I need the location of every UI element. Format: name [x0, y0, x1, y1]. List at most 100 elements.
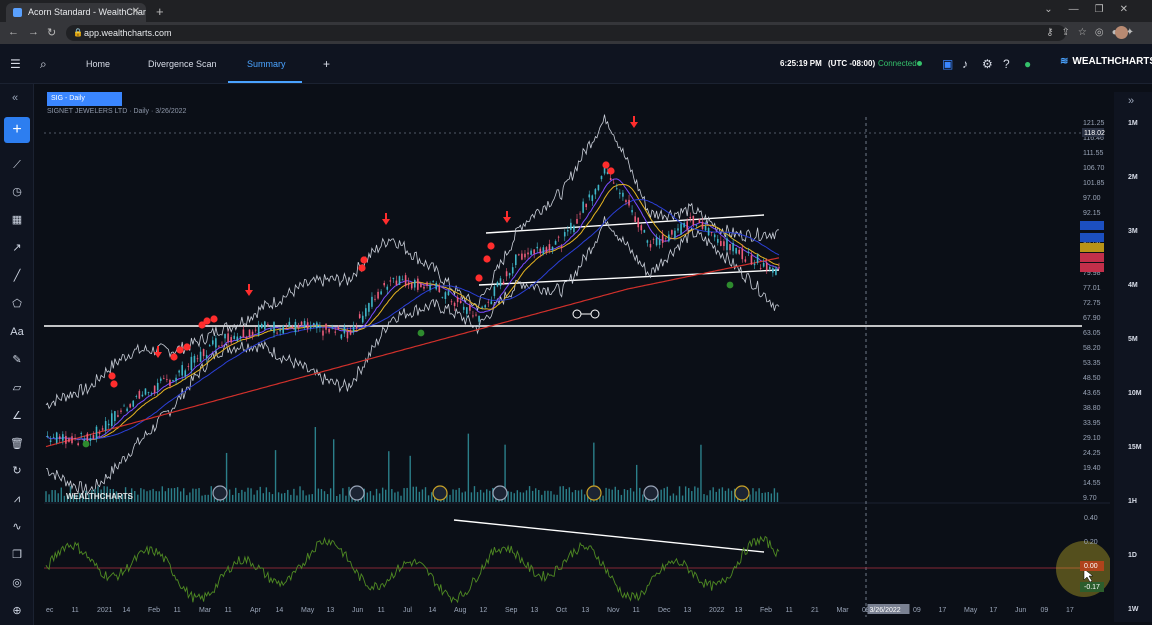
- price-chart-svg[interactable]: WEALTHCHARTS 121.25116.46111.55106.70101…: [44, 92, 1112, 622]
- volume-bar: [761, 492, 763, 502]
- layers-icon[interactable]: ❐: [8, 546, 26, 564]
- time-tick-label: 11: [225, 607, 232, 614]
- menu-icon[interactable]: ☰: [10, 57, 21, 71]
- collapse-left-icon[interactable]: «: [12, 92, 18, 104]
- candle-body: [254, 329, 257, 331]
- volume-bar: [238, 492, 240, 502]
- candle-body: [303, 320, 306, 328]
- indicator-icon[interactable]: ⩘: [8, 490, 26, 508]
- volume-bar: [452, 489, 454, 502]
- divergence-line[interactable]: [453, 519, 765, 553]
- new-tab-button[interactable]: +: [156, 4, 164, 19]
- refresh-icon[interactable]: ↻: [8, 462, 26, 480]
- price-tag-box: [1080, 243, 1104, 252]
- price-tick-label: 97.00: [1083, 195, 1101, 202]
- profile-avatar[interactable]: [1115, 26, 1128, 39]
- search-icon[interactable]: ⌕: [40, 57, 47, 72]
- window-controls[interactable]: ⌄—❐✕: [1044, 4, 1144, 15]
- line-tool-icon[interactable]: ╱: [8, 267, 26, 285]
- trend-icon[interactable]: ↗: [8, 239, 26, 257]
- candle-body: [594, 189, 597, 195]
- candle-body: [600, 176, 603, 180]
- volume-bar: [629, 488, 632, 502]
- volume-bar: [681, 495, 684, 502]
- volume-bar: [179, 491, 182, 502]
- volume-bar: [547, 490, 549, 502]
- volume-bar: [666, 486, 668, 502]
- volume-bar: [134, 491, 136, 502]
- add-indicator-button[interactable]: +: [4, 117, 30, 143]
- chart-canvas[interactable]: WEALTHCHARTS 121.25 116.46 111.55 106.70 101…: [44, 92, 1112, 622]
- volume-bar: [623, 489, 626, 502]
- signal-dot: [210, 315, 218, 323]
- browser-tab[interactable]: Acorn Standard - WealthCharts ✕: [6, 3, 146, 22]
- volume-bar: [311, 494, 313, 502]
- candle-body: [377, 291, 379, 299]
- ma-fast-line: [45, 178, 779, 441]
- calendar-icon[interactable]: ▦: [8, 211, 26, 229]
- timeframe-1d[interactable]: 1D: [1128, 552, 1137, 559]
- clock-icon[interactable]: ◷: [8, 183, 26, 201]
- ruler-icon[interactable]: ▱: [8, 379, 26, 397]
- collapse-right-icon[interactable]: »: [1128, 95, 1134, 107]
- volume-bar: [45, 491, 47, 502]
- candle-body: [123, 405, 125, 407]
- close-tab-icon[interactable]: ✕: [132, 6, 140, 17]
- volume-bar: [684, 486, 687, 502]
- timeframe-3m[interactable]: 3M: [1128, 228, 1138, 235]
- candle-body: [312, 323, 315, 325]
- volume-bar: [302, 490, 304, 502]
- volume-bar: [336, 495, 338, 502]
- candle-body: [211, 340, 214, 345]
- tab-home[interactable]: Home: [86, 59, 110, 69]
- timeframe-15m[interactable]: 15M: [1128, 444, 1142, 451]
- candle-body: [545, 247, 548, 253]
- shape-tool-icon[interactable]: ⬠: [8, 295, 26, 313]
- chart-type-icon[interactable]: ⟋: [8, 156, 26, 174]
- line-handle[interactable]: [590, 309, 600, 319]
- pen-icon[interactable]: ✎: [8, 351, 26, 369]
- reload-icon[interactable]: ↻: [47, 26, 56, 39]
- app-header: ☰ ⌕ Home Divergence Scan Summary + 6:25:…: [0, 44, 1152, 84]
- candle-body: [744, 259, 747, 262]
- channel-bottom-line[interactable]: [478, 269, 780, 286]
- symbol-pill[interactable]: SIG - Daily: [47, 92, 122, 106]
- price-tick-label: 92.15: [1083, 210, 1101, 217]
- tab-summary[interactable]: Summary: [247, 59, 286, 69]
- volume-bar: [412, 486, 414, 502]
- help-icon[interactable]: ?: [1003, 57, 1010, 71]
- candle-body: [187, 366, 190, 367]
- text-tool-icon[interactable]: Aa: [8, 323, 26, 341]
- add-tab-button[interactable]: +: [323, 57, 330, 71]
- timeframe-4m[interactable]: 4M: [1128, 282, 1138, 289]
- timeframe-1m[interactable]: 1M: [1128, 120, 1138, 127]
- line-handle[interactable]: [572, 309, 582, 319]
- candle-body: [288, 321, 291, 327]
- volume-bar: [574, 490, 577, 502]
- lightbulb-icon[interactable]: ●: [1024, 57, 1031, 71]
- forward-icon[interactable]: →: [28, 26, 39, 38]
- tab-divergence-scan[interactable]: Divergence Scan: [148, 59, 217, 69]
- timeframe-1h[interactable]: 1H: [1128, 498, 1137, 505]
- volume-bar: [669, 495, 672, 502]
- crosshair-icon[interactable]: ◎: [8, 574, 26, 592]
- angle-icon[interactable]: ∠: [8, 407, 26, 425]
- timeframe-5m[interactable]: 5M: [1128, 336, 1138, 343]
- candle-body: [680, 223, 682, 235]
- wave-tool-icon[interactable]: ∿: [8, 518, 26, 536]
- volume-bar: [314, 427, 317, 502]
- back-icon[interactable]: ←: [8, 26, 19, 38]
- volume-bar: [510, 491, 512, 502]
- trash-icon[interactable]: 🗑: [8, 435, 26, 453]
- save-icon[interactable]: ▣: [942, 57, 953, 71]
- timeframe-1w[interactable]: 1W: [1128, 606, 1139, 613]
- bell-icon[interactable]: ♪: [962, 57, 968, 71]
- signal-dot: [176, 346, 184, 354]
- timeframe-2m[interactable]: 2M: [1128, 174, 1138, 181]
- candle-body: [649, 244, 652, 248]
- volume-bar: [660, 489, 662, 502]
- globe-icon[interactable]: ⊕: [8, 602, 26, 620]
- gear-icon[interactable]: ⚙: [982, 57, 993, 71]
- timeframe-10m[interactable]: 10M: [1128, 390, 1142, 397]
- address-bar[interactable]: 🔒 app.wealthcharts.com: [66, 25, 1066, 41]
